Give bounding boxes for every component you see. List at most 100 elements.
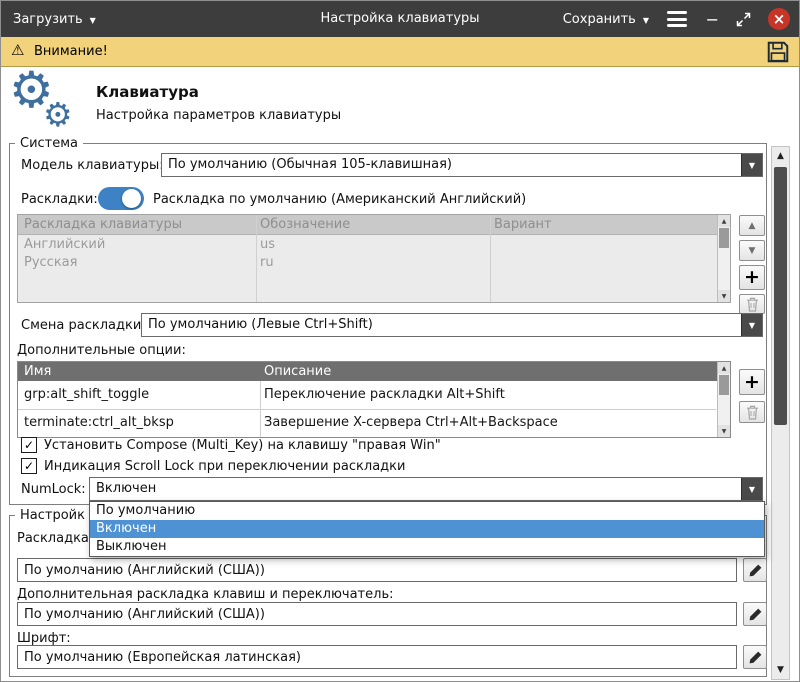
warning-text: Внимание! (34, 44, 108, 59)
chevron-down-icon: ▼ (643, 16, 649, 25)
scroll-up-button[interactable]: ▲ (718, 362, 730, 374)
compose-checkbox-label: Установить Compose (Multi_Key) на клавиш… (44, 438, 441, 453)
default-layout-toggle-label: Раскладка по умолчанию (Американский Анг… (153, 192, 526, 207)
hamburger-menu-icon (667, 8, 687, 31)
layout-switching-value: По умолчанию (Левые Ctrl+Shift) (142, 314, 741, 336)
column-header-layout: Раскладка клавиатуры (24, 215, 252, 235)
layouts-table-header: Раскладка клавиатуры Обозначение Вариант (18, 215, 730, 235)
add-layout-button[interactable]: + (739, 265, 765, 290)
table-row: Английский us (18, 236, 716, 254)
close-button[interactable]: × (768, 8, 790, 30)
keyboard-settings-window: Загрузить ▼ Настройка клавиатуры Сохрани… (0, 0, 800, 682)
column-header-name: Имя (24, 362, 256, 381)
scrolllock-checkbox-label: Индикация Scroll Lock при переключении р… (44, 459, 405, 474)
warning-icon: ⚠ (11, 41, 24, 59)
scrollbar-thumb[interactable] (719, 375, 729, 395)
column-header-code: Обозначение (260, 215, 486, 235)
extra-layout-field[interactable] (17, 602, 737, 626)
dropdown-arrow-button[interactable]: ▼ (741, 154, 762, 176)
plus-icon: + (744, 373, 760, 392)
compose-checkbox[interactable]: ✓ (21, 437, 37, 453)
save-menu-label: Сохранить (563, 12, 636, 27)
default-layout-toggle[interactable] (98, 187, 144, 210)
minimize-icon: − (706, 10, 719, 29)
triangle-down-icon: ▼ (749, 246, 756, 256)
extra-layout-label: Дополнительная раскладка клавиш и перекл… (17, 587, 393, 602)
scroll-up-button[interactable]: ▲ (772, 147, 789, 165)
dropdown-arrow-button[interactable]: ▼ (741, 314, 762, 336)
load-menu-button[interactable]: Загрузить ▼ (5, 1, 104, 37)
load-menu-label: Загрузить (13, 12, 83, 27)
edit-console-layout-button[interactable] (743, 558, 767, 582)
floppy-disk-icon (766, 40, 790, 64)
toggle-knob (122, 189, 141, 208)
scrollbar-thumb[interactable] (774, 167, 787, 425)
save-menu-button[interactable]: Сохранить ▼ (555, 1, 657, 37)
scrollbar-thumb[interactable] (719, 228, 729, 248)
layouts-label: Раскладки: (21, 192, 98, 207)
cell-code: us (260, 236, 486, 254)
table-row[interactable]: terminate:ctrl_alt_bksp Завершение X-сер… (18, 409, 716, 437)
cell-layout: Русская (24, 254, 252, 272)
keyboard-model-label: Модель клавиатуры: (21, 158, 164, 173)
dropdown-arrow-button[interactable]: ▼ (741, 478, 762, 500)
numlock-value: Включен (90, 478, 741, 500)
save-file-button[interactable] (766, 40, 790, 64)
keyboard-model-value: По умолчанию (Обычная 105-клавишная) (162, 154, 741, 176)
maximize-button[interactable] (728, 1, 759, 37)
triangle-down-icon: ▼ (722, 293, 727, 300)
chevron-down-icon: ▼ (749, 161, 755, 170)
cell-description: Завершение X-сервера Ctrl+Alt+Backspace (264, 409, 684, 437)
scroll-down-button[interactable]: ▼ (718, 290, 730, 302)
minimize-button[interactable]: − (698, 1, 727, 37)
keyboard-model-combobox[interactable]: По умолчанию (Обычная 105-клавишная) ▼ (161, 153, 763, 177)
gears-icon-small: ⚙ (43, 98, 73, 131)
close-icon: × (773, 10, 786, 28)
delete-option-button (739, 401, 765, 423)
font-field[interactable] (17, 645, 737, 669)
add-option-button[interactable]: + (739, 369, 765, 395)
options-table: Имя Описание grp:alt_shift_toggle Перекл… (17, 361, 731, 438)
trash-icon (746, 405, 759, 420)
console-group-legend: Настройк (15, 508, 90, 523)
edit-font-button[interactable] (743, 645, 767, 669)
cell-layout: Английский (24, 236, 252, 254)
edit-extra-layout-button[interactable] (743, 602, 767, 626)
triangle-up-icon: ▲ (722, 218, 727, 225)
cell-name: terminate:ctrl_alt_bksp (24, 409, 256, 437)
scroll-down-button[interactable]: ▼ (718, 425, 730, 437)
triangle-down-icon: ▼ (777, 665, 784, 675)
plus-icon: + (744, 268, 760, 287)
numlock-combobox[interactable]: Включен ▼ (89, 477, 763, 501)
options-table-header: Имя Описание (18, 362, 730, 381)
dropdown-option[interactable]: Выключен (90, 538, 764, 556)
warning-bar: ⚠ Внимание! (1, 37, 799, 67)
console-layout-field[interactable] (17, 558, 737, 582)
options-table-scrollbar[interactable]: ▲ ▼ (717, 362, 730, 437)
scroll-up-button[interactable]: ▲ (718, 215, 730, 227)
pencil-icon (748, 563, 763, 578)
layouts-table: Раскладка клавиатуры Обозначение Вариант… (17, 214, 731, 303)
check-icon: ✓ (24, 438, 34, 452)
move-layout-down-button: ▼ (739, 240, 765, 261)
main-scrollbar[interactable]: ▲ ▼ (771, 146, 790, 680)
table-row: Русская ru (18, 254, 716, 272)
system-group-legend: Система (15, 136, 83, 151)
console-layout-label: Раскладка (17, 531, 89, 546)
move-layout-up-button: ▲ (739, 215, 765, 236)
table-row[interactable]: grp:alt_shift_toggle Переключение раскла… (18, 381, 716, 409)
chevron-down-icon: ▼ (749, 321, 755, 330)
delete-layout-button (739, 294, 765, 314)
layout-switching-combobox[interactable]: По умолчанию (Левые Ctrl+Shift) ▼ (141, 313, 763, 337)
cell-code: ru (260, 254, 486, 272)
scrolllock-checkbox[interactable]: ✓ (21, 458, 37, 474)
layouts-table-scrollbar[interactable]: ▲ ▼ (717, 215, 730, 302)
numlock-dropdown-list: По умолчанию Включен Выключен (89, 501, 765, 557)
dropdown-option[interactable]: По умолчанию (90, 502, 764, 520)
dropdown-option-selected[interactable]: Включен (90, 520, 764, 538)
column-header-variant: Вариант (494, 215, 674, 235)
triangle-up-icon: ▲ (749, 221, 756, 231)
menu-button[interactable] (659, 1, 695, 37)
triangle-up-icon: ▲ (722, 365, 727, 372)
scroll-down-button[interactable]: ▼ (772, 661, 789, 679)
